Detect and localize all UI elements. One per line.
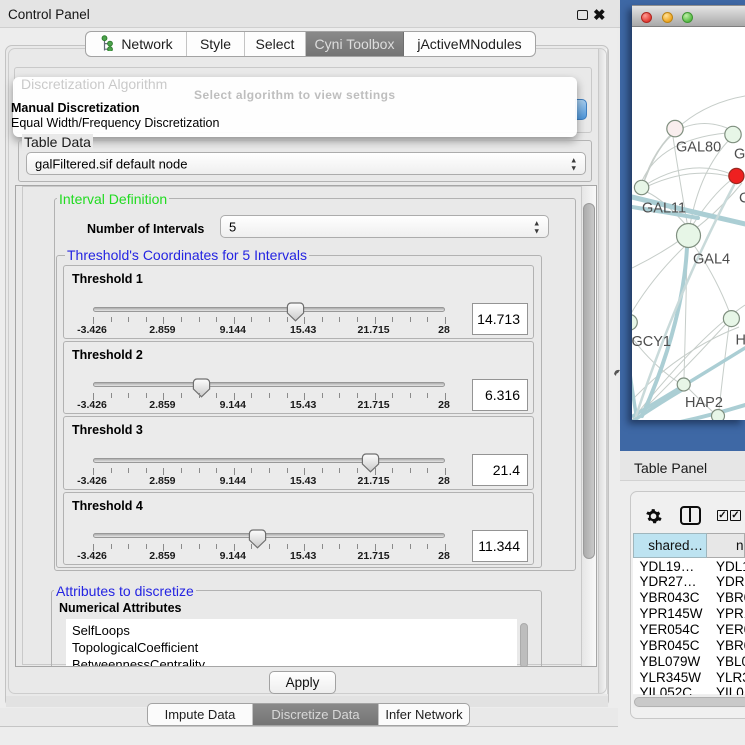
svg-text:G.: G. bbox=[734, 147, 745, 163]
svg-text:HAP2: HAP2 bbox=[685, 395, 723, 411]
svg-text:H: H bbox=[736, 333, 745, 349]
svg-text:GAL4: GAL4 bbox=[693, 252, 730, 268]
svg-text:GAL80: GAL80 bbox=[676, 140, 721, 156]
svg-text:GCY1: GCY1 bbox=[632, 334, 671, 350]
svg-text:C: C bbox=[739, 191, 745, 207]
svg-text:GAL11: GAL11 bbox=[642, 201, 686, 217]
